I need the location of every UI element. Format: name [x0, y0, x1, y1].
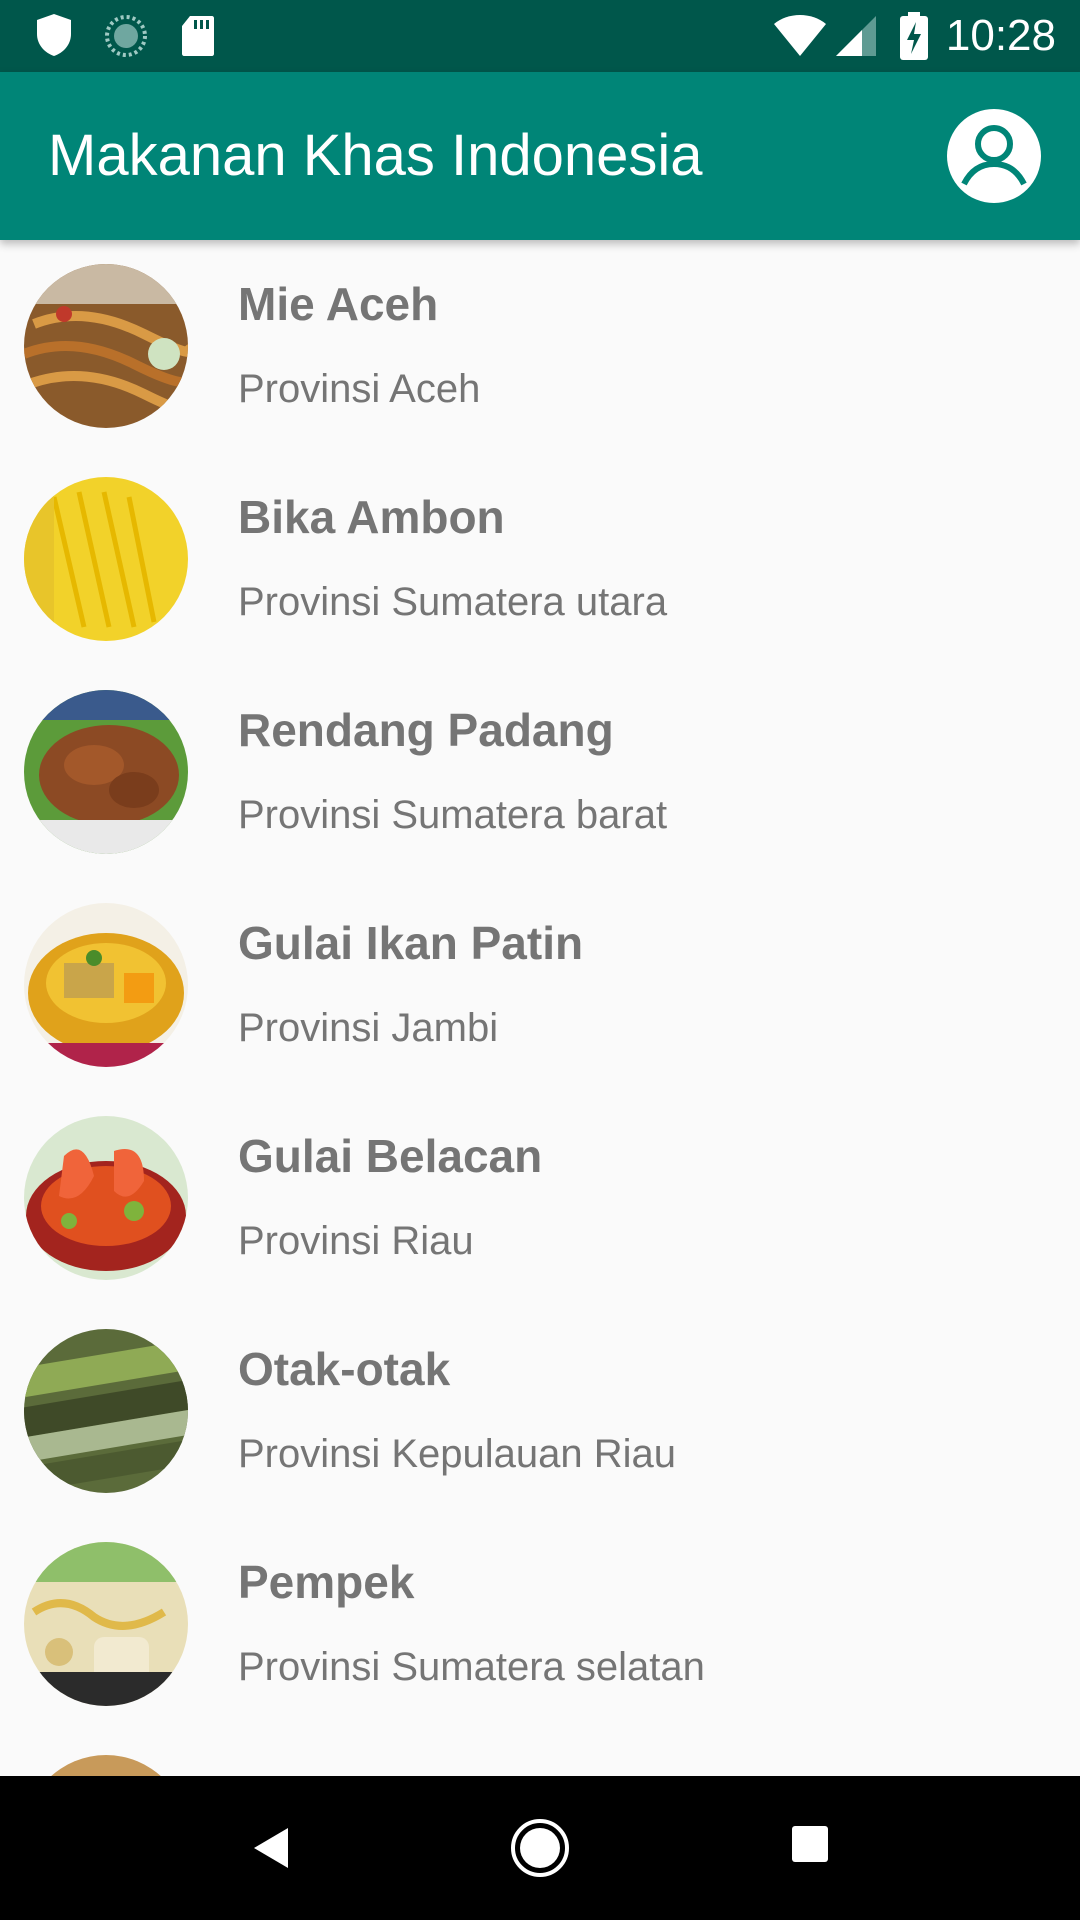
- profile-button[interactable]: [944, 106, 1044, 206]
- list-item[interactable]: Rendang Padang Provinsi Sumatera barat: [0, 666, 1080, 879]
- food-image: [24, 1542, 188, 1706]
- home-icon: [511, 1819, 569, 1877]
- shield-icon: [37, 14, 71, 56]
- food-province: Provinsi Kepulauan Riau: [238, 1432, 677, 1476]
- food-name: Otak-otak: [238, 1343, 451, 1395]
- food-image: [24, 1755, 188, 1776]
- food-province: Provinsi Aceh: [238, 367, 481, 411]
- list-item[interactable]: Gulai Belacan Provinsi Riau: [0, 1092, 1080, 1305]
- food-image: [24, 1116, 188, 1280]
- list-item[interactable]: Gulai Ikan Patin Provinsi Jambi: [0, 879, 1080, 1092]
- sync-icon: [105, 15, 147, 57]
- wifi-icon: [774, 15, 826, 56]
- home-button[interactable]: [508, 1816, 572, 1880]
- food-name: Gulai Ikan Patin: [238, 917, 584, 969]
- food-image: [24, 477, 188, 641]
- sd-card-icon: [182, 16, 214, 56]
- list-item[interactable]: Otak-otak Provinsi Kepulauan Riau: [0, 1305, 1080, 1518]
- back-icon: [254, 1828, 288, 1868]
- food-name: Mie Aceh: [238, 278, 439, 330]
- list-item[interactable]: [0, 1731, 1080, 1776]
- food-province: Provinsi Sumatera selatan: [238, 1645, 705, 1689]
- back-button[interactable]: [244, 1818, 304, 1878]
- status-time: 10:28: [945, 11, 1056, 60]
- recents-button[interactable]: [788, 1822, 832, 1866]
- recents-icon: [792, 1826, 828, 1862]
- food-image: [24, 1329, 188, 1493]
- food-image: [24, 903, 188, 1067]
- list-item[interactable]: Pempek Provinsi Sumatera selatan: [0, 1518, 1080, 1731]
- list-item[interactable]: Mie Aceh Provinsi Aceh: [0, 240, 1080, 453]
- food-image: [24, 264, 188, 428]
- status-bar: 10:28: [0, 0, 1080, 72]
- account-circle-icon: [947, 109, 1041, 203]
- app-title: Makanan Khas Indonesia: [48, 123, 703, 188]
- food-list[interactable]: Mie Aceh Provinsi Aceh Bika Ambon Provin…: [0, 240, 1080, 1776]
- food-name: Gulai Belacan: [238, 1130, 543, 1182]
- navigation-bar: [0, 1776, 1080, 1920]
- list-item[interactable]: Bika Ambon Provinsi Sumatera utara: [0, 453, 1080, 666]
- food-province: Provinsi Jambi: [238, 1006, 499, 1050]
- app-bar: Makanan Khas Indonesia: [0, 72, 1080, 240]
- food-name: Bika Ambon: [238, 491, 505, 543]
- battery-charging-icon: [900, 12, 928, 60]
- food-province: Provinsi Riau: [238, 1219, 474, 1263]
- food-image: [24, 690, 188, 854]
- food-name: Pempek: [238, 1556, 415, 1608]
- food-name: Rendang Padang: [238, 704, 614, 756]
- food-province: Provinsi Sumatera barat: [238, 793, 668, 837]
- food-province: Provinsi Sumatera utara: [238, 580, 668, 624]
- signal-icon: [836, 16, 876, 56]
